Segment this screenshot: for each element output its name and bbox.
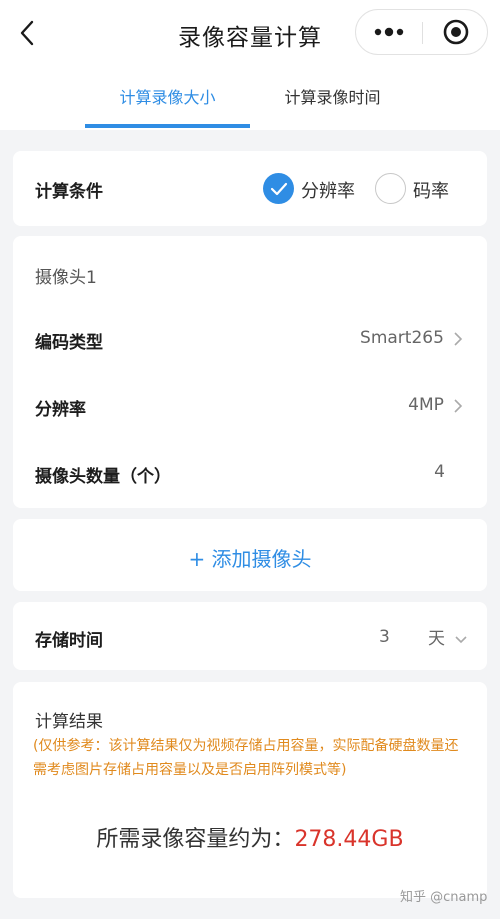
radio-resolution-label: 分辨率 — [301, 181, 355, 202]
encoding-type-row[interactable]: 编码类型 Smart265 — [13, 318, 487, 362]
encoding-type-label: 编码类型 — [35, 333, 103, 353]
condition-label: 计算条件 — [35, 182, 103, 202]
storage-value-input[interactable]: 3 — [379, 627, 390, 647]
more-button[interactable] — [356, 10, 422, 54]
chevron-right-icon — [454, 398, 463, 413]
resolution-label: 分辨率 — [35, 400, 86, 420]
radio-bitrate[interactable]: 码率 — [375, 151, 475, 226]
resolution-value: 4MP — [408, 395, 444, 415]
encoding-type-value-wrap: Smart265 — [360, 328, 463, 348]
camera-card: 摄像头1 编码类型 Smart265 分辨率 4MP 摄像头数量（个） 4 — [13, 236, 487, 508]
encoding-type-value: Smart265 — [360, 328, 444, 348]
resolution-value-wrap: 4MP — [408, 395, 463, 415]
result-line: 所需录像容量约为：278.44GB — [13, 821, 487, 853]
resolution-row[interactable]: 分辨率 4MP — [13, 385, 487, 429]
radio-resolution[interactable]: 分辨率 — [263, 151, 373, 226]
storage-unit: 天 — [428, 629, 445, 649]
camera-count-value[interactable]: 4 — [434, 462, 445, 482]
chevron-down-icon — [455, 635, 467, 643]
result-header: 计算结果 — [35, 712, 103, 732]
result-hint: (仅供参考：该计算结果仅为视频存储占用容量，实际配备硬盘数量还需考虑图片存储占用… — [33, 738, 459, 778]
target-circle-icon — [443, 19, 469, 45]
tab-bar: 计算录像大小 计算录像时间 — [0, 66, 500, 130]
camera-count-label: 摄像头数量（个） — [35, 467, 171, 487]
condition-card: 计算条件 分辨率 码率 — [13, 151, 487, 226]
tab-calc-time[interactable]: 计算录像时间 — [250, 84, 415, 130]
storage-label: 存储时间 — [35, 631, 103, 651]
result-card: 计算结果 (仅供参考：该计算结果仅为视频存储占用容量，实际配备硬盘数量还需考虑图… — [13, 682, 487, 898]
result-prefix: 所需录像容量约为： — [96, 827, 295, 852]
radio-unchecked-icon — [375, 173, 406, 204]
radio-bitrate-label: 码率 — [413, 181, 449, 202]
active-tab-indicator — [85, 124, 250, 128]
more-dots-icon — [374, 27, 404, 37]
close-mini-program-button[interactable] — [423, 10, 489, 54]
nav-bar: 录像容量计算 — [0, 0, 500, 66]
chevron-right-icon — [454, 331, 463, 346]
mini-program-capsule — [355, 9, 488, 55]
camera-header: 摄像头1 — [35, 268, 97, 288]
watermark: 知乎 @cnamp — [400, 890, 488, 905]
camera-count-row[interactable]: 摄像头数量（个） 4 — [13, 452, 487, 496]
result-value: 278.44GB — [294, 827, 404, 852]
add-camera-button[interactable]: + 添加摄像头 — [13, 543, 487, 572]
add-camera-card[interactable]: + 添加摄像头 — [13, 519, 487, 591]
radio-checked-icon — [263, 173, 294, 204]
storage-unit-select[interactable]: 天 — [428, 624, 468, 649]
storage-card: 存储时间 3 天 — [13, 602, 487, 670]
